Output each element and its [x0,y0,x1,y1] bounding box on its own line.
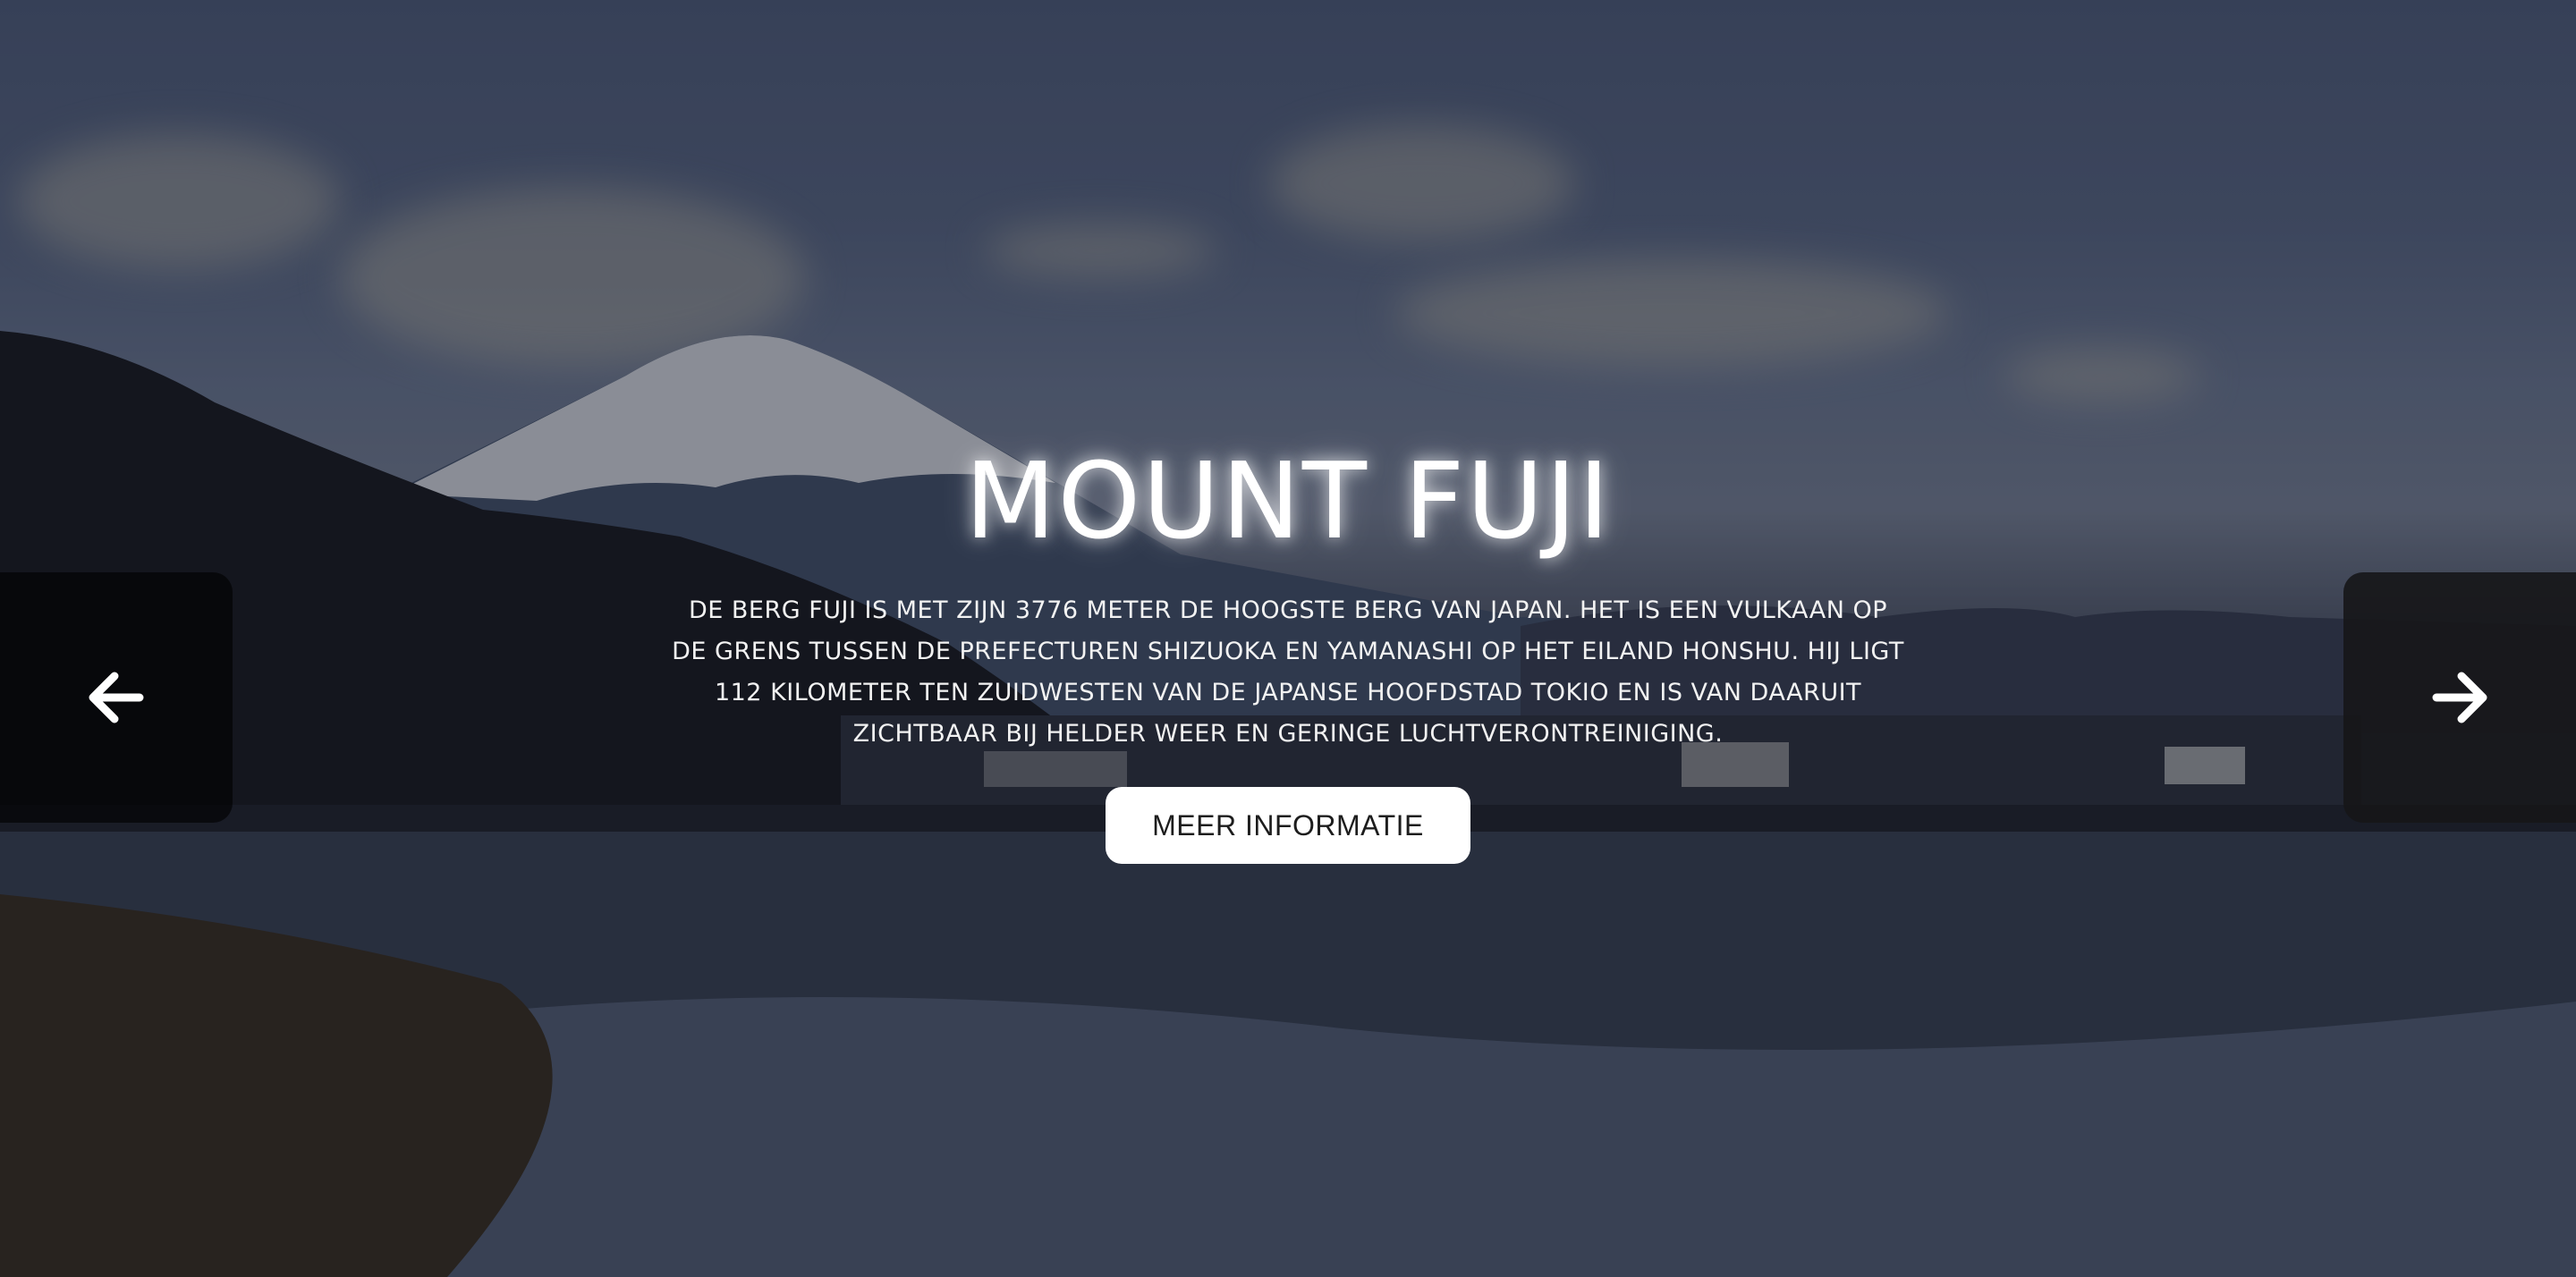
next-slide-button[interactable] [2343,572,2576,823]
arrow-left-icon [89,672,144,723]
hero-content: MOUNT FUJI DE BERG FUJI IS MET ZIJN 3776… [0,438,2576,864]
more-info-button[interactable]: MEER INFORMATIE [1106,787,1470,864]
arrow-right-icon [2432,672,2487,723]
hero-slider: MOUNT FUJI DE BERG FUJI IS MET ZIJN 3776… [0,0,2576,1277]
hero-description: DE BERG FUJI IS MET ZIJN 3776 METER DE H… [672,596,1904,748]
hero-title: MOUNT FUJI [964,439,1612,562]
previous-slide-button[interactable] [0,572,233,823]
